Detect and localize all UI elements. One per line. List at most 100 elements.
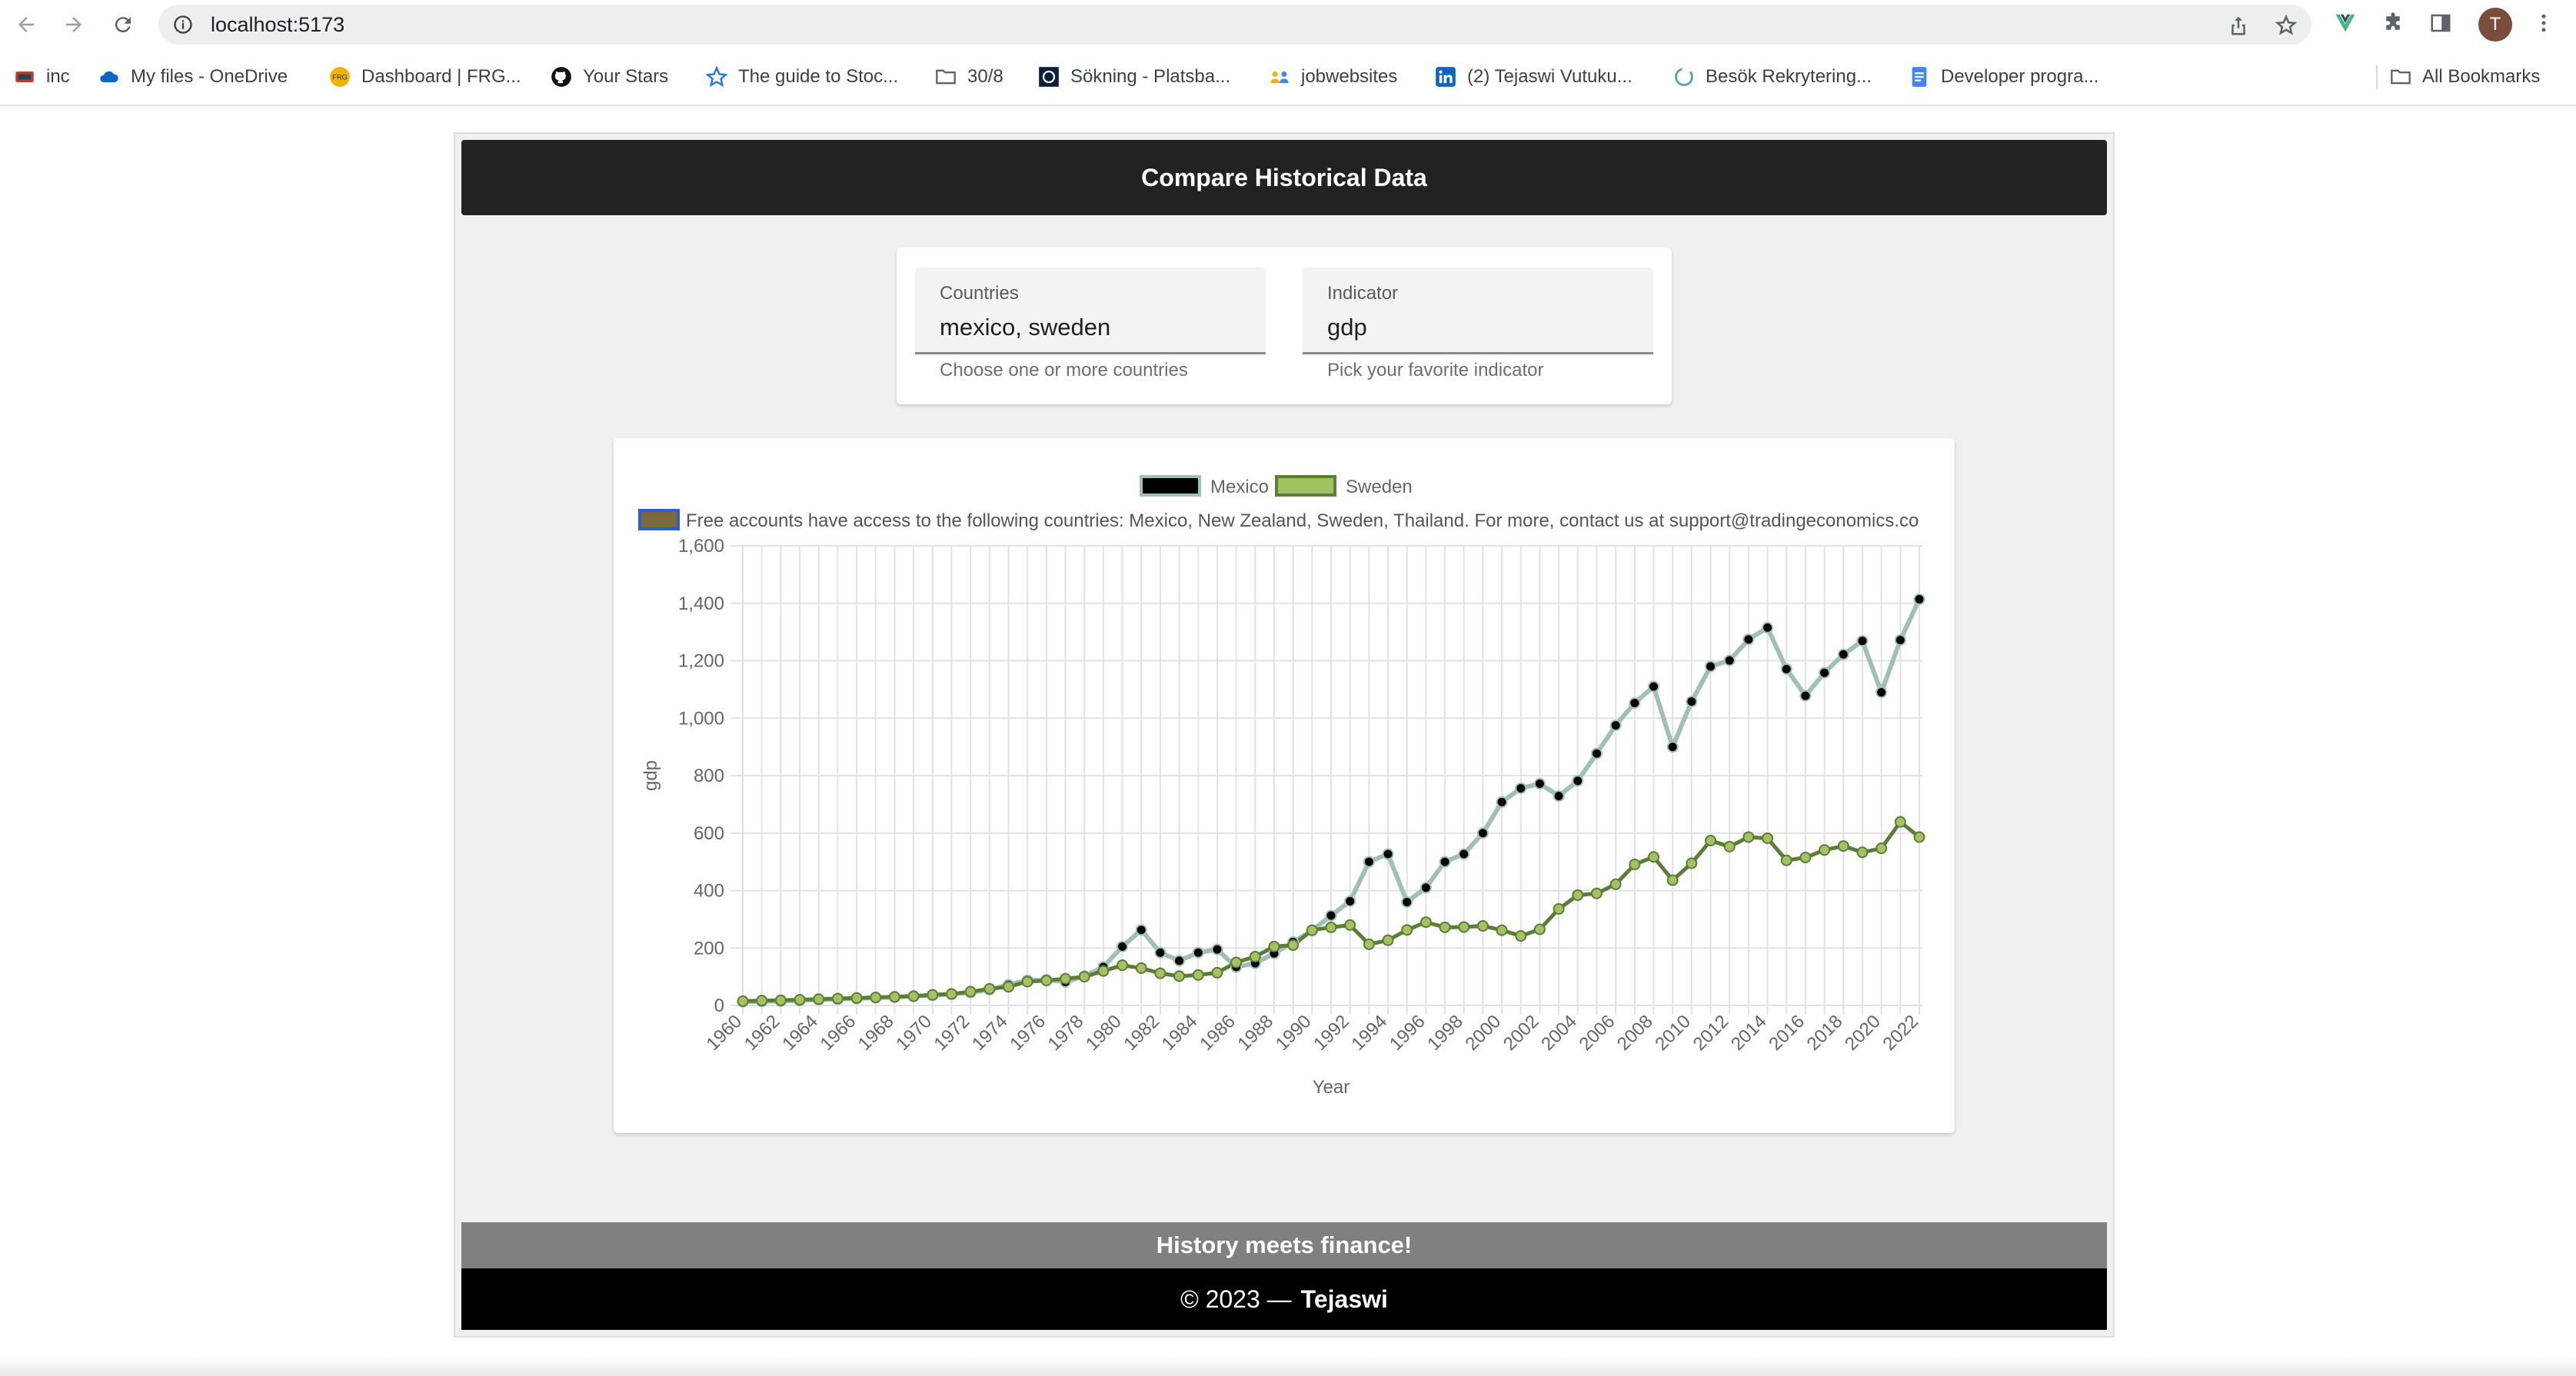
x-tick-label: 2014 (1727, 1011, 1771, 1055)
data-point-mexico (1439, 856, 1451, 868)
y-tick-label: 1,000 (678, 708, 724, 729)
x-tick-label: 1996 (1386, 1011, 1429, 1055)
y-tick-label: 0 (714, 995, 724, 1016)
forward-icon[interactable] (57, 8, 91, 42)
data-point-mexico (1837, 648, 1849, 660)
y-tick-label: 1,200 (678, 651, 724, 672)
data-point-mexico (1154, 946, 1167, 959)
extensions-icon[interactable] (2379, 9, 2407, 37)
data-point-mexico (1211, 943, 1223, 956)
data-point-sweden (756, 995, 768, 1007)
data-point-sweden (850, 992, 863, 1004)
data-point-mexico (1401, 896, 1413, 908)
x-tick-label: 2008 (1613, 1011, 1657, 1055)
menu-icon[interactable] (2530, 9, 2558, 37)
x-tick-label: 2018 (1803, 1011, 1847, 1055)
x-tick-label: 1970 (892, 1011, 936, 1055)
x-tick-label: 1972 (930, 1011, 974, 1055)
data-point-mexico (1742, 633, 1755, 646)
legend-swatch (1275, 475, 1336, 497)
data-point-mexico (1799, 690, 1812, 702)
inc-icon (14, 66, 35, 88)
site-info-icon[interactable] (172, 14, 194, 35)
bookmark-item[interactable]: Sökning - Platsba... (1038, 65, 1230, 89)
x-tick-label: 2010 (1651, 1011, 1695, 1055)
bookmark-item[interactable]: Developer progra... (1909, 65, 2098, 89)
data-point-sweden (1078, 971, 1090, 983)
data-point-sweden (1230, 956, 1243, 969)
data-point-mexico (1419, 882, 1432, 894)
data-point-sweden (1363, 938, 1375, 950)
data-point-sweden (1325, 921, 1337, 933)
back-icon[interactable] (9, 8, 43, 42)
legend-label: Mexico (1210, 477, 1269, 497)
data-point-mexico (1458, 848, 1470, 860)
y-tick-label: 1,400 (678, 593, 724, 614)
vue-devtools-icon[interactable] (2331, 9, 2359, 37)
bookmark-item[interactable]: inc (14, 65, 70, 89)
bookmark-item[interactable]: My files - OneDrive (98, 65, 288, 89)
x-tick-label: 2012 (1689, 1011, 1733, 1055)
y-tick-label: 200 (694, 938, 724, 959)
bookmark-item[interactable]: 30/8 (935, 65, 1003, 89)
indicator-field[interactable]: Indicator gdp (1303, 268, 1653, 354)
data-point-sweden (1742, 831, 1755, 843)
side-panel-icon[interactable] (2427, 9, 2455, 37)
data-point-mexico (1135, 924, 1147, 936)
data-point-sweden (1135, 962, 1147, 974)
data-point-sweden (1192, 969, 1204, 981)
countries-label: Countries (940, 283, 1019, 304)
data-point-sweden (1154, 967, 1167, 979)
onedrive-icon (98, 66, 120, 88)
data-point-sweden (1344, 919, 1356, 931)
bookmark-item[interactable]: The guide to Stoc... (705, 65, 898, 89)
data-point-sweden (1856, 846, 1869, 859)
bookmark-item[interactable]: Your Stars (551, 65, 668, 89)
address-bar[interactable]: localhost:5173 (158, 5, 2311, 45)
data-point-sweden (1705, 834, 1717, 846)
countries-field[interactable]: Countries mexico, sweden (915, 268, 1266, 354)
data-point-sweden (1799, 852, 1812, 864)
data-point-sweden (1040, 974, 1053, 986)
reload-icon[interactable] (106, 8, 140, 42)
bookmark-item[interactable]: jobwebsites (1269, 65, 1397, 89)
browser-toolbar: localhost:5173 T (0, 0, 2576, 49)
profile-avatar[interactable]: T (2478, 8, 2512, 42)
data-point-sweden (1762, 832, 1774, 844)
data-point-sweden (1476, 919, 1489, 932)
data-point-mexico (1192, 946, 1204, 959)
data-point-sweden (1913, 831, 1925, 843)
folder-icon (2390, 66, 2411, 88)
x-tick-label: 1962 (741, 1011, 784, 1055)
data-point-sweden (1780, 854, 1792, 866)
notice-swatch (638, 509, 680, 530)
data-point-mexico (1572, 775, 1584, 787)
star-icon (705, 65, 728, 88)
data-point-mexico (1666, 741, 1679, 753)
linkedin-icon (1435, 66, 1456, 88)
bookmark-star-icon[interactable] (2275, 14, 2298, 37)
data-point-sweden (1572, 889, 1584, 901)
data-point-sweden (1249, 950, 1261, 962)
platsbanken-icon (1038, 66, 1060, 88)
data-point-mexico (1856, 635, 1869, 647)
copyright-text: © 2023 — (1180, 1285, 1292, 1313)
bookmark-item[interactable]: FRG Dashboard | FRG... (329, 65, 521, 89)
bookmark-item[interactable]: Besök Rekrytering... (1673, 65, 1872, 89)
data-point-sweden (1666, 874, 1679, 886)
share-icon[interactable] (2227, 14, 2250, 37)
x-tick-label: 1992 (1310, 1011, 1353, 1055)
frg-icon: FRG (329, 66, 351, 88)
data-point-sweden (1819, 844, 1831, 856)
all-bookmarks-button[interactable]: All Bookmarks (2390, 65, 2540, 89)
data-point-sweden (1439, 921, 1451, 933)
data-point-mexico (1686, 696, 1698, 708)
countries-value: mexico, sweden (940, 314, 1111, 341)
folder-icon (935, 66, 957, 88)
bookmarks-divider (2376, 65, 2378, 89)
bookmark-item[interactable]: (2) Tejaswi Vutuku... (1435, 65, 1632, 89)
x-tick-label: 1994 (1347, 1011, 1391, 1055)
data-point-sweden (774, 994, 787, 1006)
data-point-mexico (1894, 634, 1906, 646)
data-point-sweden (927, 989, 939, 1001)
